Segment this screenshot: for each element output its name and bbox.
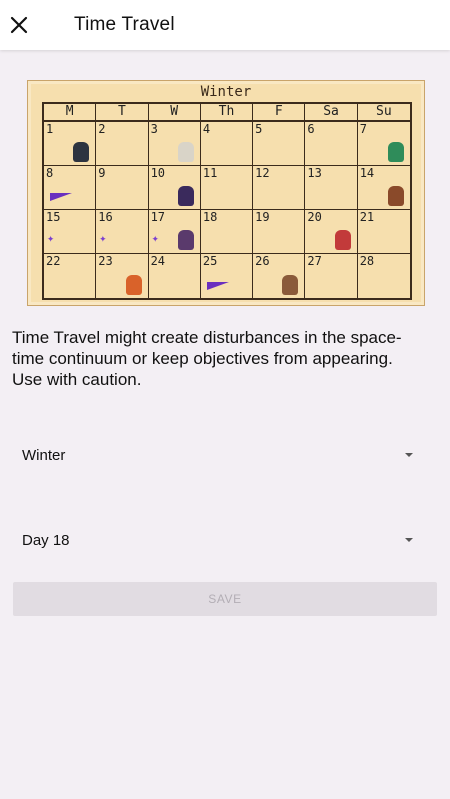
calendar-day: 20 — [305, 210, 358, 254]
day-number: 13 — [307, 166, 322, 180]
calendar-day: 19 — [253, 210, 306, 254]
close-icon — [10, 16, 28, 34]
app-bar: Time Travel — [0, 0, 450, 50]
calendar-day: 9 — [96, 166, 149, 210]
star-icon: ✦ — [99, 231, 107, 245]
day-number: 5 — [255, 122, 263, 136]
day-number: 11 — [202, 166, 218, 180]
day-number: 6 — [307, 122, 315, 136]
festival-flag-icon — [206, 282, 229, 290]
day-number: 22 — [46, 254, 61, 268]
day-number: 24 — [150, 254, 166, 268]
weekday-label: F — [253, 104, 306, 120]
day-number: 14 — [359, 166, 375, 180]
day-number: 12 — [255, 166, 270, 180]
day-number: 2 — [98, 122, 106, 136]
festival-flag-icon — [50, 193, 72, 201]
day-number: 23 — [98, 254, 113, 268]
calendar-day: 21 — [357, 210, 410, 254]
star-icon: ✦ — [151, 231, 159, 245]
calendar-day: 2 — [96, 122, 149, 166]
calendar-day: 8 — [44, 166, 97, 210]
calendar-day: 1 — [44, 122, 97, 166]
calendar-day: 15 ✦ — [44, 210, 97, 254]
page-title: Time Travel — [74, 14, 175, 35]
calendar-day: 6 — [305, 122, 358, 166]
villager-icon — [387, 186, 404, 206]
villager-icon — [334, 230, 351, 250]
villager-icon — [125, 275, 142, 295]
star-icon: ✦ — [47, 231, 55, 245]
season-select-value: Winter — [22, 446, 66, 464]
calendar-day: 11 — [200, 166, 254, 210]
calendar-day: 23 — [96, 254, 149, 298]
calendar-season-title: Winter — [200, 84, 252, 100]
calendar-day: 3 — [148, 122, 201, 166]
dropdown-arrow-icon — [405, 453, 413, 457]
villager-icon — [177, 142, 194, 162]
calendar-day: 14 — [357, 166, 410, 210]
day-number: 26 — [255, 254, 270, 268]
weekday-label: T — [96, 104, 149, 120]
villager-icon — [282, 275, 299, 295]
calendar-day: 16 ✦ — [96, 210, 149, 254]
calendar-weekday-header: M T W Th F Sa Su — [44, 104, 410, 122]
save-button[interactable]: SAVE — [13, 582, 437, 616]
calendar-day: 27 — [305, 254, 358, 298]
villager-icon — [177, 230, 194, 250]
day-number: 9 — [98, 166, 106, 180]
day-number: 18 — [202, 210, 218, 224]
day-number: 15 — [46, 210, 61, 224]
day-number: 28 — [359, 254, 375, 268]
day-number: 10 — [150, 166, 166, 180]
day-select-value: Day 18 — [22, 531, 70, 549]
calendar-day: 22 — [44, 254, 97, 298]
weekday-label: Sa — [305, 104, 358, 120]
day-number: 3 — [150, 122, 158, 136]
weekday-label: M — [44, 104, 97, 120]
calendar-grid: M T W Th F Sa Su 1 2 3 4 5 6 7 8 9 10 11… — [42, 102, 412, 300]
calendar-days: 1 2 3 4 5 6 7 8 9 10 11 12 13 14 15 ✦ 16 ✦… — [44, 122, 410, 298]
day-number: 8 — [46, 166, 54, 180]
calendar-day: 17 ✦ — [148, 210, 201, 254]
calendar-day: 25 — [201, 254, 254, 298]
season-calendar: Winter M T W Th F Sa Su 1 2 3 4 5 6 7 8 … — [27, 80, 425, 306]
calendar-day: 4 — [200, 122, 254, 166]
villager-icon — [177, 186, 194, 206]
dropdown-arrow-icon — [405, 538, 413, 542]
calendar-day: 10 — [148, 166, 201, 210]
calendar-day: 26 — [253, 254, 306, 298]
calendar-day: 18 — [200, 210, 254, 254]
warning-message: Time Travel might create disturbances in… — [12, 328, 402, 389]
villager-icon — [73, 142, 90, 162]
villager-icon — [387, 142, 404, 162]
day-number: 20 — [307, 210, 322, 224]
calendar-day: 7 — [357, 122, 410, 166]
day-number: 17 — [150, 210, 166, 224]
calendar-day: 24 — [149, 254, 201, 298]
day-number: 16 — [98, 210, 113, 224]
calendar-day: 28 — [358, 254, 410, 298]
day-number: 1 — [46, 122, 54, 136]
day-number: 25 — [202, 254, 218, 268]
day-number: 19 — [255, 210, 270, 224]
calendar-day: 12 — [253, 166, 306, 210]
weekday-label: Th — [201, 104, 254, 120]
close-button[interactable] — [4, 10, 34, 40]
weekday-label: W — [149, 104, 201, 120]
day-number: 21 — [359, 210, 375, 224]
day-select[interactable]: Day 18 — [22, 520, 417, 560]
calendar-day: 13 — [305, 166, 358, 210]
day-number: 27 — [307, 254, 322, 268]
weekday-label: Su — [376, 104, 392, 119]
calendar-day: 5 — [253, 122, 306, 166]
day-number: 4 — [202, 122, 211, 136]
season-select[interactable]: Winter — [22, 435, 417, 475]
day-number: 7 — [359, 122, 367, 136]
